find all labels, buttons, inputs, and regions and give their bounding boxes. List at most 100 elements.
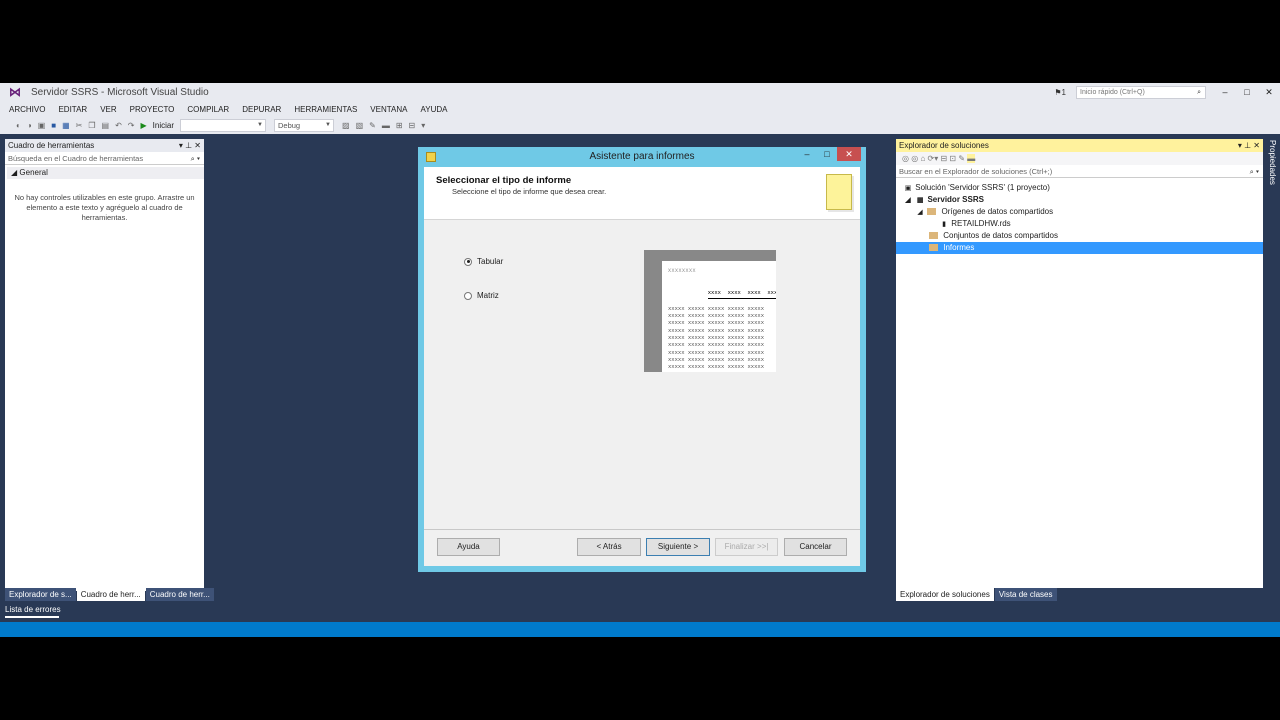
maximize-button[interactable]: □ [817, 147, 837, 161]
preview-row: xxxxx xxxxx xxxxx xxxxx xxxxx [668, 313, 765, 320]
chevron-down-icon: ▼ [325, 122, 331, 128]
right-panel-tabs: Explorador de soluciones Vista de clases [896, 588, 1058, 601]
toolbar-tool-icon[interactable]: ⊟ [409, 121, 416, 130]
toolbox-title: Cuadro de herramientas [8, 141, 95, 150]
menu-ventana[interactable]: VENTANA [370, 105, 407, 114]
tree-datasource[interactable]: ▮ RETAILDHW.rds [896, 218, 1263, 230]
preview-row: xxxxx xxxxx xxxxx xxxxx xxxxx [668, 327, 765, 334]
expand-triangle-icon: ◢ [11, 168, 18, 177]
back-nav-icon[interactable]: ◐ [16, 121, 21, 130]
radio-tabular[interactable]: Tabular [464, 257, 503, 266]
panel-pin-close-icons[interactable]: ▾ ⊥ ✕ [179, 139, 201, 152]
panel-pin-close-icons[interactable]: ▾ ⊥ ✕ [1238, 139, 1260, 152]
preview-row: xxxxx xxxxx xxxxx xxxxx xxxxx [668, 364, 765, 371]
paste-icon[interactable]: ▤ [102, 121, 110, 130]
menu-archivo[interactable]: ARCHIVO [9, 105, 45, 114]
visual-studio-icon: ⋈ [9, 85, 21, 99]
collapse-icon[interactable]: ⊟ [940, 154, 947, 163]
minimize-button[interactable]: – [1214, 87, 1236, 97]
toolbox-group-label: General [19, 168, 48, 177]
tree-shared-sources[interactable]: ◢ Orígenes de datos compartidos [896, 206, 1263, 218]
solution-explorer-toolbar: ◎ ◎ ⌂ ⟳▾ ⊟ ⊡ ✎ ▬ [896, 152, 1263, 165]
save-icon[interactable]: ■ [51, 121, 56, 130]
back-icon[interactable]: ◎ [902, 154, 909, 163]
report-wizard-dialog: Asistente para informes – □ ✕ Selecciona… [418, 147, 866, 572]
toolbox-panel: Cuadro de herramientas ▾ ⊥ ✕ Búsqueda en… [5, 139, 204, 591]
folder-icon [929, 232, 938, 239]
close-button[interactable]: ✕ [1258, 87, 1280, 98]
tab-toolbox-2[interactable]: Cuadro de herr... [145, 588, 214, 601]
sync-icon[interactable]: ⟳▾ [928, 154, 939, 163]
tab-solution-explorer[interactable]: Explorador de soluciones [896, 588, 994, 601]
toolbar-tool-icon[interactable]: ⊞ [396, 121, 403, 130]
footer-divider [424, 529, 860, 530]
toolbar-tool-icon[interactable]: ▧ [356, 121, 364, 130]
preview-row: xxxxx xxxxx xxxxx xxxxx xxxxx [668, 349, 765, 356]
radio-matrix[interactable]: Matriz [464, 291, 499, 300]
forward-icon[interactable]: ◎ [911, 154, 918, 163]
solution-explorer-panel: Explorador de soluciones ▾ ⊥ ✕ ◎ ◎ ⌂ ⟳▾ … [896, 139, 1263, 588]
start-icon[interactable]: ▶ [141, 121, 147, 130]
preview-icon[interactable]: ▬ [967, 154, 976, 163]
search-icon: ⌕ ▾ [1249, 167, 1259, 176]
folder-icon [929, 244, 938, 251]
solution-explorer-search-input[interactable]: Buscar en el Explorador de soluciones (C… [896, 165, 1263, 178]
show-all-icon[interactable]: ⊡ [949, 154, 956, 163]
notification-flag[interactable]: ⚑1 [1054, 88, 1066, 97]
menu-depurar[interactable]: DEPURAR [242, 105, 281, 114]
menu-compilar[interactable]: COMPILAR [187, 105, 229, 114]
radio-button[interactable] [464, 291, 472, 300]
toolbar-tool-icon[interactable]: ▨ [342, 121, 350, 130]
undo-icon[interactable]: ↶ [115, 121, 122, 130]
menu-editar[interactable]: EDITAR [58, 105, 87, 114]
tab-class-view[interactable]: Vista de clases [994, 588, 1057, 601]
start-button[interactable]: Iniciar [153, 121, 174, 130]
copy-icon[interactable]: ❐ [88, 121, 95, 130]
cut-icon[interactable]: ✂ [76, 121, 83, 130]
standard-toolbar: ◐ ◑ ▣ ■ ▦ ✂ ❐ ▤ ↶ ↷ ▶ Iniciar ▼ Debug ▼ … [0, 117, 1280, 134]
save-all-icon[interactable]: ▦ [62, 121, 70, 130]
tab-toolbox[interactable]: Cuadro de herr... [76, 588, 145, 601]
redo-icon[interactable]: ↷ [128, 121, 135, 130]
properties-icon[interactable]: ✎ [958, 154, 965, 163]
toolbar-tool-icon[interactable]: ▬ [382, 121, 390, 130]
back-button[interactable]: < Atrás [577, 538, 641, 556]
toolbox-group-general[interactable]: ◢ General [7, 167, 204, 179]
visual-studio-window: ⋈ Servidor SSRS - Microsoft Visual Studi… [0, 83, 1280, 637]
tree-reports[interactable]: Informes [896, 242, 1263, 254]
maximize-button[interactable]: □ [1236, 87, 1258, 97]
preview-row: xxxxx xxxxx xxxxx xxxxx xxxxx [668, 320, 765, 327]
finish-button: Finalizar >>| [715, 538, 778, 556]
menu-ayuda[interactable]: AYUDA [421, 105, 448, 114]
toolbox-search-input[interactable]: Búsqueda en el Cuadro de herramientas ⌕ … [5, 152, 204, 165]
search-icon: ⌕ ▾ [190, 154, 200, 163]
cancel-button[interactable]: Cancelar [784, 538, 847, 556]
home-icon[interactable]: ⌂ [920, 154, 925, 163]
menu-proyecto[interactable]: PROYECTO [130, 105, 175, 114]
help-button[interactable]: Ayuda [437, 538, 500, 556]
tree-project[interactable]: ◢ ▦ Servidor SSRS [896, 194, 1263, 206]
radio-button-selected[interactable] [464, 257, 472, 266]
target-combo[interactable]: ▼ [180, 119, 266, 132]
preview-title: xxxxxxxx [668, 268, 696, 274]
menu-ver[interactable]: VER [100, 105, 116, 114]
minimize-button[interactable]: – [797, 147, 817, 161]
quick-launch-input[interactable]: Inicio rápido (Ctrl+Q) ⌕ [1076, 85, 1206, 99]
tree-shared-datasets[interactable]: Conjuntos de datos compartidos [896, 230, 1263, 242]
configuration-combo[interactable]: Debug ▼ [274, 119, 334, 132]
close-button[interactable]: ✕ [837, 147, 861, 161]
wrench-icon[interactable]: ✎ [369, 121, 376, 130]
properties-tab[interactable]: Propiedades [1268, 140, 1277, 185]
forward-nav-icon[interactable]: ◑ [27, 121, 32, 130]
tree-solution[interactable]: ▣ Solución 'Servidor SSRS' (1 proyecto) [896, 182, 1263, 194]
next-button[interactable]: Siguiente > [646, 538, 710, 556]
menu-herramientas[interactable]: HERRAMIENTAS [294, 105, 357, 114]
properties-sidebar[interactable]: Propiedades [1266, 136, 1280, 256]
error-list-tab[interactable]: Lista de errores [5, 605, 61, 614]
solution-search-placeholder: Buscar en el Explorador de soluciones (C… [899, 167, 1053, 176]
new-project-icon[interactable]: ▣ [38, 121, 46, 130]
toolbar-overflow-icon[interactable]: ▾ [421, 121, 425, 130]
window-title: Servidor SSRS - Microsoft Visual Studio [31, 86, 209, 98]
notification-count: 1 [1061, 87, 1066, 97]
tab-solution-explorer[interactable]: Explorador de s... [5, 588, 76, 601]
